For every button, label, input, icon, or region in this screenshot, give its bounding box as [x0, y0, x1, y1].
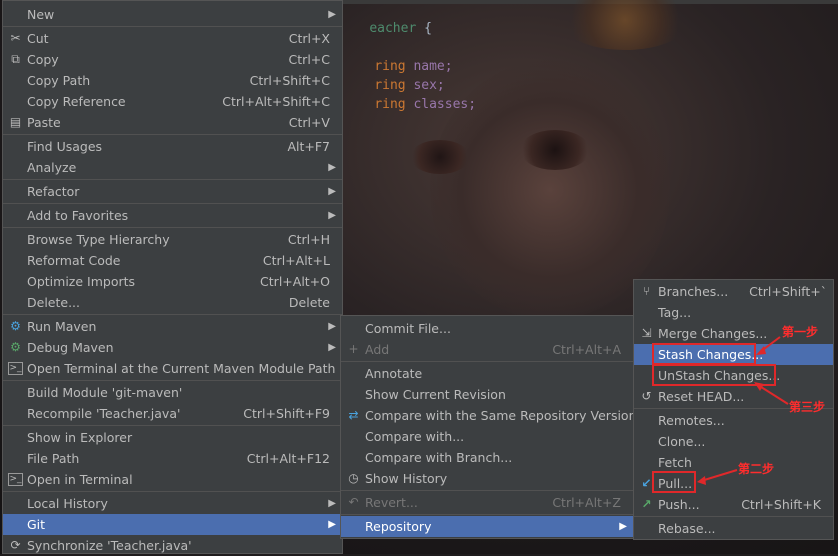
step3-label: 第三步: [789, 400, 826, 414]
step3-arrowhead-icon: [754, 382, 764, 391]
step1-arrowhead-icon: [756, 346, 766, 355]
step3-arrow-line: [757, 384, 789, 405]
annotation-arrows: [697, 336, 789, 485]
step2-label: 第二步: [738, 462, 775, 476]
step2-arrow-line: [700, 469, 738, 482]
step1-label: 第一步: [782, 325, 819, 339]
step2-arrowhead-icon: [697, 476, 706, 485]
